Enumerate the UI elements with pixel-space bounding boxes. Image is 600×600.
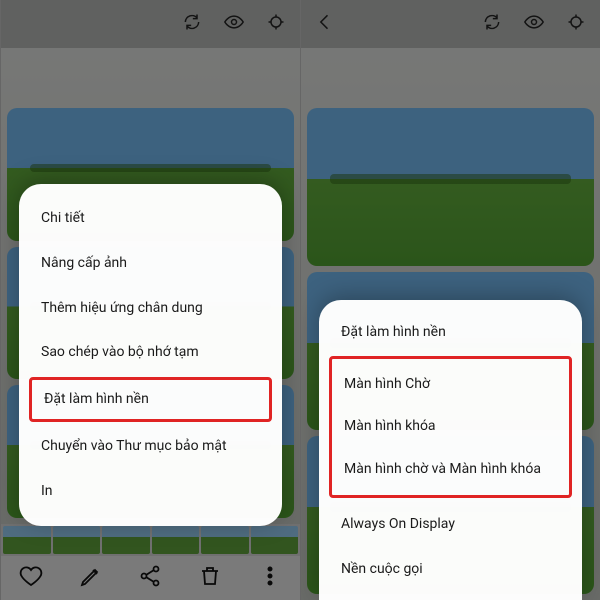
refresh-icon[interactable] [182, 12, 202, 36]
option-home-and-lock[interactable]: Màn hình chờ và Màn hình khóa [332, 448, 569, 491]
menu-item-copy-clipboard[interactable]: Sao chép vào bộ nhớ tạm [19, 330, 282, 375]
lens-icon[interactable] [266, 12, 286, 36]
more-icon[interactable] [258, 564, 282, 592]
option-lock-screen[interactable]: Màn hình khóa [332, 405, 569, 448]
lens-icon[interactable] [566, 12, 586, 36]
menu-item-details[interactable]: Chi tiết [19, 196, 282, 241]
menu-item-print[interactable]: In [19, 469, 282, 514]
eye-icon[interactable] [524, 12, 544, 36]
menu-item-move-secure[interactable]: Chuyển vào Thư mục bảo mật [19, 424, 282, 469]
eye-icon[interactable] [224, 12, 244, 36]
menu-item-set-wallpaper[interactable]: Đặt làm hình nền [29, 377, 272, 422]
highlighted-options: Màn hình Chờ Màn hình khóa Màn hình chờ … [329, 356, 572, 499]
photo-card[interactable] [307, 108, 594, 266]
top-bar [301, 0, 600, 48]
sheet-title: Đặt làm hình nền [319, 314, 582, 352]
option-home-screen[interactable]: Màn hình Chờ [332, 363, 569, 406]
menu-item-portrait-effect[interactable]: Thêm hiệu ứng chân dung [19, 286, 282, 331]
refresh-icon[interactable] [482, 12, 502, 36]
back-icon[interactable] [315, 12, 335, 36]
screen-left: Chi tiết Nâng cấp ảnh Thêm hiệu ứng chân… [0, 0, 300, 600]
delete-icon[interactable] [198, 564, 222, 592]
option-call-background[interactable]: Nền cuộc gọi [319, 547, 582, 592]
screen-right: Đặt làm hình nền Màn hình Chờ Màn hình k… [300, 0, 600, 600]
option-always-on-display[interactable]: Always On Display [319, 502, 582, 547]
thumbnail-strip[interactable] [1, 524, 300, 556]
wallpaper-sheet: Đặt làm hình nền Màn hình Chờ Màn hình k… [319, 300, 582, 600]
top-bar [1, 0, 300, 48]
share-icon[interactable] [138, 564, 162, 592]
bottom-bar [1, 556, 300, 600]
edit-icon[interactable] [79, 564, 103, 592]
context-menu: Chi tiết Nâng cấp ảnh Thêm hiệu ứng chân… [19, 184, 282, 526]
menu-item-enhance[interactable]: Nâng cấp ảnh [19, 241, 282, 286]
favorite-icon[interactable] [19, 564, 43, 592]
